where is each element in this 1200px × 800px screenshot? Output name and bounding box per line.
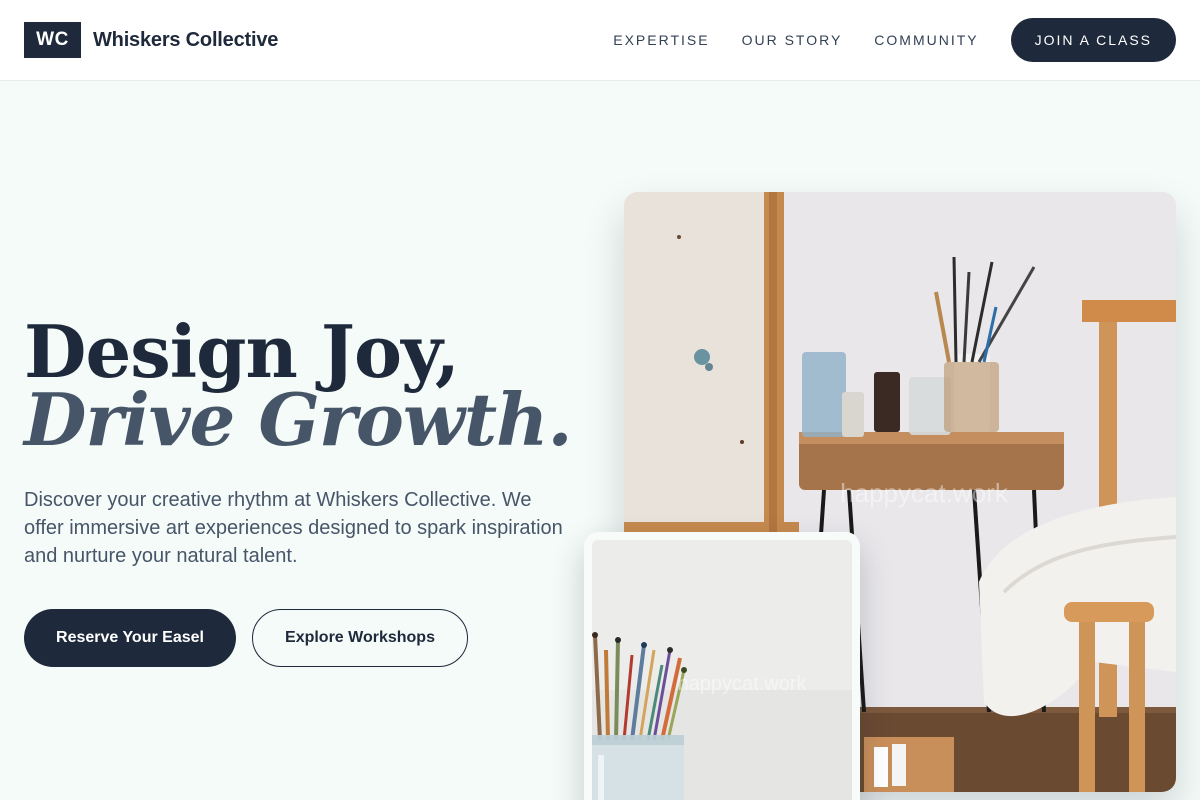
nav-link-our-story[interactable]: OUR STORY bbox=[742, 32, 843, 48]
hero-subtitle: Discover your creative rhythm at Whisker… bbox=[24, 489, 563, 567]
site-header: WC Whiskers Collective EXPERTISE OUR STO… bbox=[0, 0, 1200, 81]
brand-name: Whiskers Collective bbox=[93, 28, 279, 51]
join-class-button[interactable]: JOIN A CLASS bbox=[1010, 18, 1176, 62]
brushes-photo-card: happycat.work bbox=[584, 532, 860, 800]
hero-title: Design Joy, Drive Growth. bbox=[24, 309, 573, 462]
brand-logo-mark: WC bbox=[24, 22, 81, 58]
brand-logo-link[interactable]: WC Whiskers Collective bbox=[24, 22, 278, 58]
hero-title-line-1: Design Joy, bbox=[24, 309, 460, 394]
explore-workshops-button[interactable]: Explore Workshops bbox=[252, 609, 468, 667]
nav-link-expertise[interactable]: EXPERTISE bbox=[613, 32, 709, 48]
nav-link-community[interactable]: COMMUNITY bbox=[874, 32, 978, 48]
brushes-photo-watermark: happycat.work bbox=[678, 673, 808, 695]
main-nav: EXPERTISE OUR STORY COMMUNITY JOIN A CLA… bbox=[613, 18, 1176, 62]
reserve-easel-button[interactable]: Reserve Your Easel bbox=[24, 609, 236, 667]
brushes-photo: happycat.work bbox=[592, 540, 852, 800]
studio-photo-watermark: happycat.work bbox=[840, 478, 1009, 508]
hero-title-line-2: Drive Growth. bbox=[24, 377, 573, 462]
